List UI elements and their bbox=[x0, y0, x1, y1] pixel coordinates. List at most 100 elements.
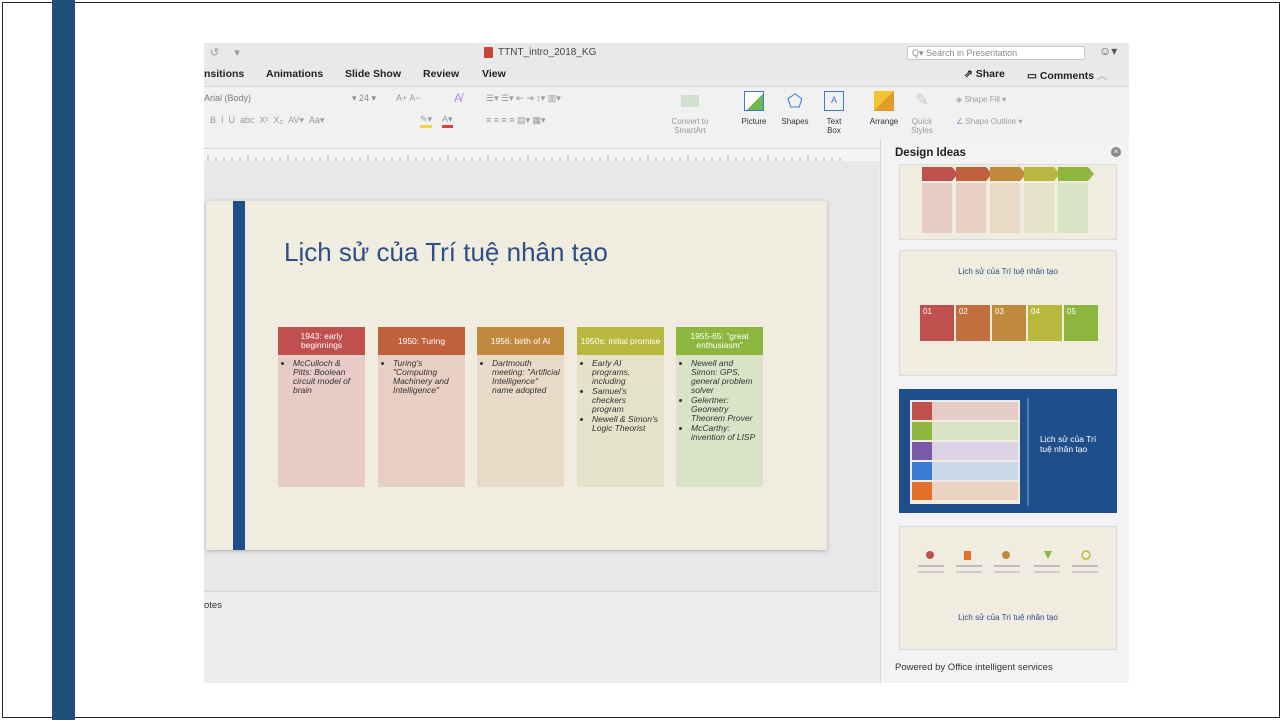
arrange-button[interactable]: Arrange bbox=[866, 91, 902, 126]
design-idea-4[interactable]: Lịch sử của Trí tuệ nhân tạo bbox=[899, 526, 1117, 650]
shapes-button[interactable]: ⬠ Shapes bbox=[778, 91, 812, 126]
timeline-column-body: McCulloch & Pitts: Boolean circuit model… bbox=[278, 355, 365, 487]
text-box-line1: Text bbox=[826, 117, 842, 126]
comment-icon: ▭ bbox=[1027, 70, 1040, 82]
number-box: 05 bbox=[1064, 305, 1098, 341]
timeline-column-body: Turing's "Computing Machinery and Intell… bbox=[378, 355, 465, 487]
timeline-column-body: Early AI programs, includingSamuel's che… bbox=[577, 355, 664, 487]
shapes-label: Shapes bbox=[781, 117, 809, 126]
tab-review[interactable]: Review bbox=[423, 68, 459, 80]
design-idea-1[interactable] bbox=[899, 164, 1117, 240]
quick-styles-icon: ✎ bbox=[915, 92, 929, 109]
bullet-item: Early AI programs, including bbox=[592, 359, 660, 386]
clear-formatting-icon[interactable]: A̸ bbox=[454, 91, 462, 105]
bullet-item: Samuel's checkers program bbox=[592, 387, 660, 414]
bullet-item: McCulloch & Pitts: Boolean circuit model… bbox=[293, 359, 361, 395]
timeline-column-header: 1950: Turing bbox=[378, 327, 465, 355]
share-icon: ⇗ bbox=[964, 68, 976, 80]
convert-smartart-line1: Convert to bbox=[671, 117, 709, 126]
tab-slide-show[interactable]: Slide Show bbox=[345, 68, 401, 80]
pen-icon: ∠ bbox=[956, 117, 966, 126]
timeline-column[interactable]: 1950s: initial promise Early AI programs,… bbox=[577, 327, 664, 487]
number-box: 02 bbox=[956, 305, 990, 341]
picture-icon bbox=[744, 91, 764, 111]
font-grow-shrink-icons[interactable]: A+ A− bbox=[396, 93, 421, 103]
bullet-item: Gelertner: Geometry Theorem Prover bbox=[691, 396, 759, 423]
comments-button[interactable]: ▭ Comments ︿ bbox=[1027, 68, 1108, 83]
timeline-column-header: 1956: birth of AI bbox=[477, 327, 564, 355]
font-size-select[interactable]: ▾ 24 ▾ bbox=[352, 93, 376, 104]
design-idea-2[interactable]: Lịch sử của Trí tuệ nhân tạo 01 02 03 04 05 bbox=[899, 250, 1117, 376]
quick-styles-button[interactable]: ✎ Quick Styles bbox=[907, 91, 937, 135]
shape-fill-label: Shape Fill bbox=[964, 95, 1000, 104]
convert-to-smartart-button[interactable]: Convert to SmartArt bbox=[670, 91, 710, 135]
timeline-column-body: Newell and Simon: GPS, general problem s… bbox=[676, 355, 763, 487]
tab-animations[interactable]: Animations bbox=[266, 68, 323, 80]
font-color-icon[interactable]: A▾ bbox=[442, 114, 453, 128]
title-bar: ↺ ▾ TTNT_intro_2018_KG Q▾ Search in Pres… bbox=[204, 43, 1129, 63]
text-box-icon: A bbox=[824, 91, 844, 111]
text-format-icons[interactable]: B I U abc X² X₂ AV▾ Aa▾ bbox=[210, 115, 324, 126]
slide-title[interactable]: Lịch sử của Trí tuệ nhân tạo bbox=[284, 237, 608, 268]
comments-label: Comments bbox=[1039, 70, 1095, 82]
bullet-item: McCarthy: invention of LISP bbox=[691, 424, 759, 442]
bullet-item: Newell & Simon's Logic Theorist bbox=[592, 415, 660, 433]
search-placeholder: Search in Presentation bbox=[926, 48, 1018, 58]
text-box-button[interactable]: A Text Box bbox=[820, 91, 848, 135]
search-icon: Q▾ bbox=[912, 48, 927, 58]
timeline-column-header: 1950s: initial promise bbox=[577, 327, 664, 355]
arrange-icon bbox=[874, 91, 894, 111]
timeline-column[interactable]: 1955-65: "great enthusiasm" Newell and Si… bbox=[676, 327, 763, 487]
design-idea-4-title: Lịch sử của Trí tuệ nhân tạo bbox=[958, 613, 1058, 622]
font-size-value: 24 bbox=[359, 93, 370, 103]
search-input[interactable]: Q▾ Search in Presentation bbox=[907, 46, 1085, 60]
shapes-icon: ⬠ bbox=[787, 91, 803, 111]
tab-view[interactable]: View bbox=[482, 68, 506, 80]
convert-smartart-line2: SmartArt bbox=[674, 126, 706, 135]
bullet-list: Newell and Simon: GPS, general problem s… bbox=[682, 359, 759, 442]
close-icon[interactable]: × bbox=[1111, 147, 1121, 157]
timeline-column[interactable]: 1943: early beginnings McCulloch & Pitts:… bbox=[278, 327, 365, 487]
text-box-line2: Box bbox=[827, 126, 841, 135]
redo-icon[interactable]: ↺ ▾ bbox=[210, 46, 246, 59]
tab-transitions[interactable]: nsitions bbox=[204, 68, 244, 80]
bullet-list: Dartmouth meeting: "Artificial Intellige… bbox=[483, 359, 560, 395]
bullet-list: Early AI programs, includingSamuel's che… bbox=[583, 359, 660, 433]
bullet-list: McCulloch & Pitts: Boolean circuit model… bbox=[284, 359, 361, 395]
collapse-ribbon-icon[interactable]: ︿ bbox=[1094, 70, 1108, 82]
shape-outline-label: Shape Outline bbox=[965, 117, 1017, 126]
timeline-column[interactable]: 1956: birth of AI Dartmouth meeting: "Art… bbox=[477, 327, 564, 487]
notes-pane[interactable]: otes bbox=[204, 591, 879, 683]
design-ideas-pane: Design Ideas × Lịch sử của Trí tuệ nhân … bbox=[880, 140, 1129, 683]
powerpoint-window: ↺ ▾ TTNT_intro_2018_KG Q▾ Search in Pres… bbox=[204, 43, 1129, 683]
timeline-column-header: 1943: early beginnings bbox=[278, 327, 365, 355]
slide[interactable]: Lịch sử của Trí tuệ nhân tạo 1943: early… bbox=[206, 201, 827, 550]
pptx-file-icon bbox=[484, 47, 493, 58]
picture-label: Picture bbox=[741, 117, 767, 126]
bullet-list: Turing's "Computing Machinery and Intell… bbox=[384, 359, 461, 395]
design-idea-4-icons bbox=[918, 550, 1098, 573]
font-name-select[interactable]: Arial (Body) bbox=[204, 93, 354, 106]
timeline-column-body: Dartmouth meeting: "Artificial Intellige… bbox=[477, 355, 564, 487]
bullet-item: Dartmouth meeting: "Artificial Intellige… bbox=[492, 359, 560, 395]
design-ideas-title: Design Ideas bbox=[895, 147, 966, 159]
align-icons[interactable]: ≡ ≡ ≡ ≡ ▤▾ ▦▾ bbox=[486, 115, 546, 126]
timeline-column-header: 1955-65: "great enthusiasm" bbox=[676, 327, 763, 355]
list-bullets-icons[interactable]: ☰▾ ☰▾ ⇤ ⇥ ↕▾ ▥▾ bbox=[486, 93, 561, 104]
highlight-color-icon[interactable]: ✎▾ bbox=[420, 114, 433, 128]
timeline-column[interactable]: 1950: Turing Turing's "Computing Machiner… bbox=[378, 327, 465, 487]
number-box: 03 bbox=[992, 305, 1026, 341]
design-idea-1-graphic bbox=[922, 167, 1094, 233]
picture-button[interactable]: Picture bbox=[737, 91, 771, 126]
share-button[interactable]: ⇗ Share bbox=[964, 68, 1005, 80]
slide-canvas: Lịch sử của Trí tuệ nhân tạo 1943: early… bbox=[204, 161, 879, 591]
powered-by-label: Powered by Office intelligent services bbox=[895, 662, 1053, 673]
number-box: 04 bbox=[1028, 305, 1062, 341]
feedback-smiley-icon[interactable]: ☺▾ bbox=[1099, 44, 1117, 58]
quick-styles-line1: Quick bbox=[911, 117, 933, 126]
quick-styles-line2: Styles bbox=[911, 126, 933, 135]
shape-fill-button[interactable]: ◈ Shape Fill ▾ bbox=[956, 95, 1006, 104]
bullet-item: Newell and Simon: GPS, general problem s… bbox=[691, 359, 759, 395]
shape-outline-button[interactable]: ∠ Shape Outline ▾ bbox=[956, 117, 1022, 126]
design-idea-3[interactable]: Lịch sử của Trí tuệ nhân tạo bbox=[899, 389, 1117, 513]
